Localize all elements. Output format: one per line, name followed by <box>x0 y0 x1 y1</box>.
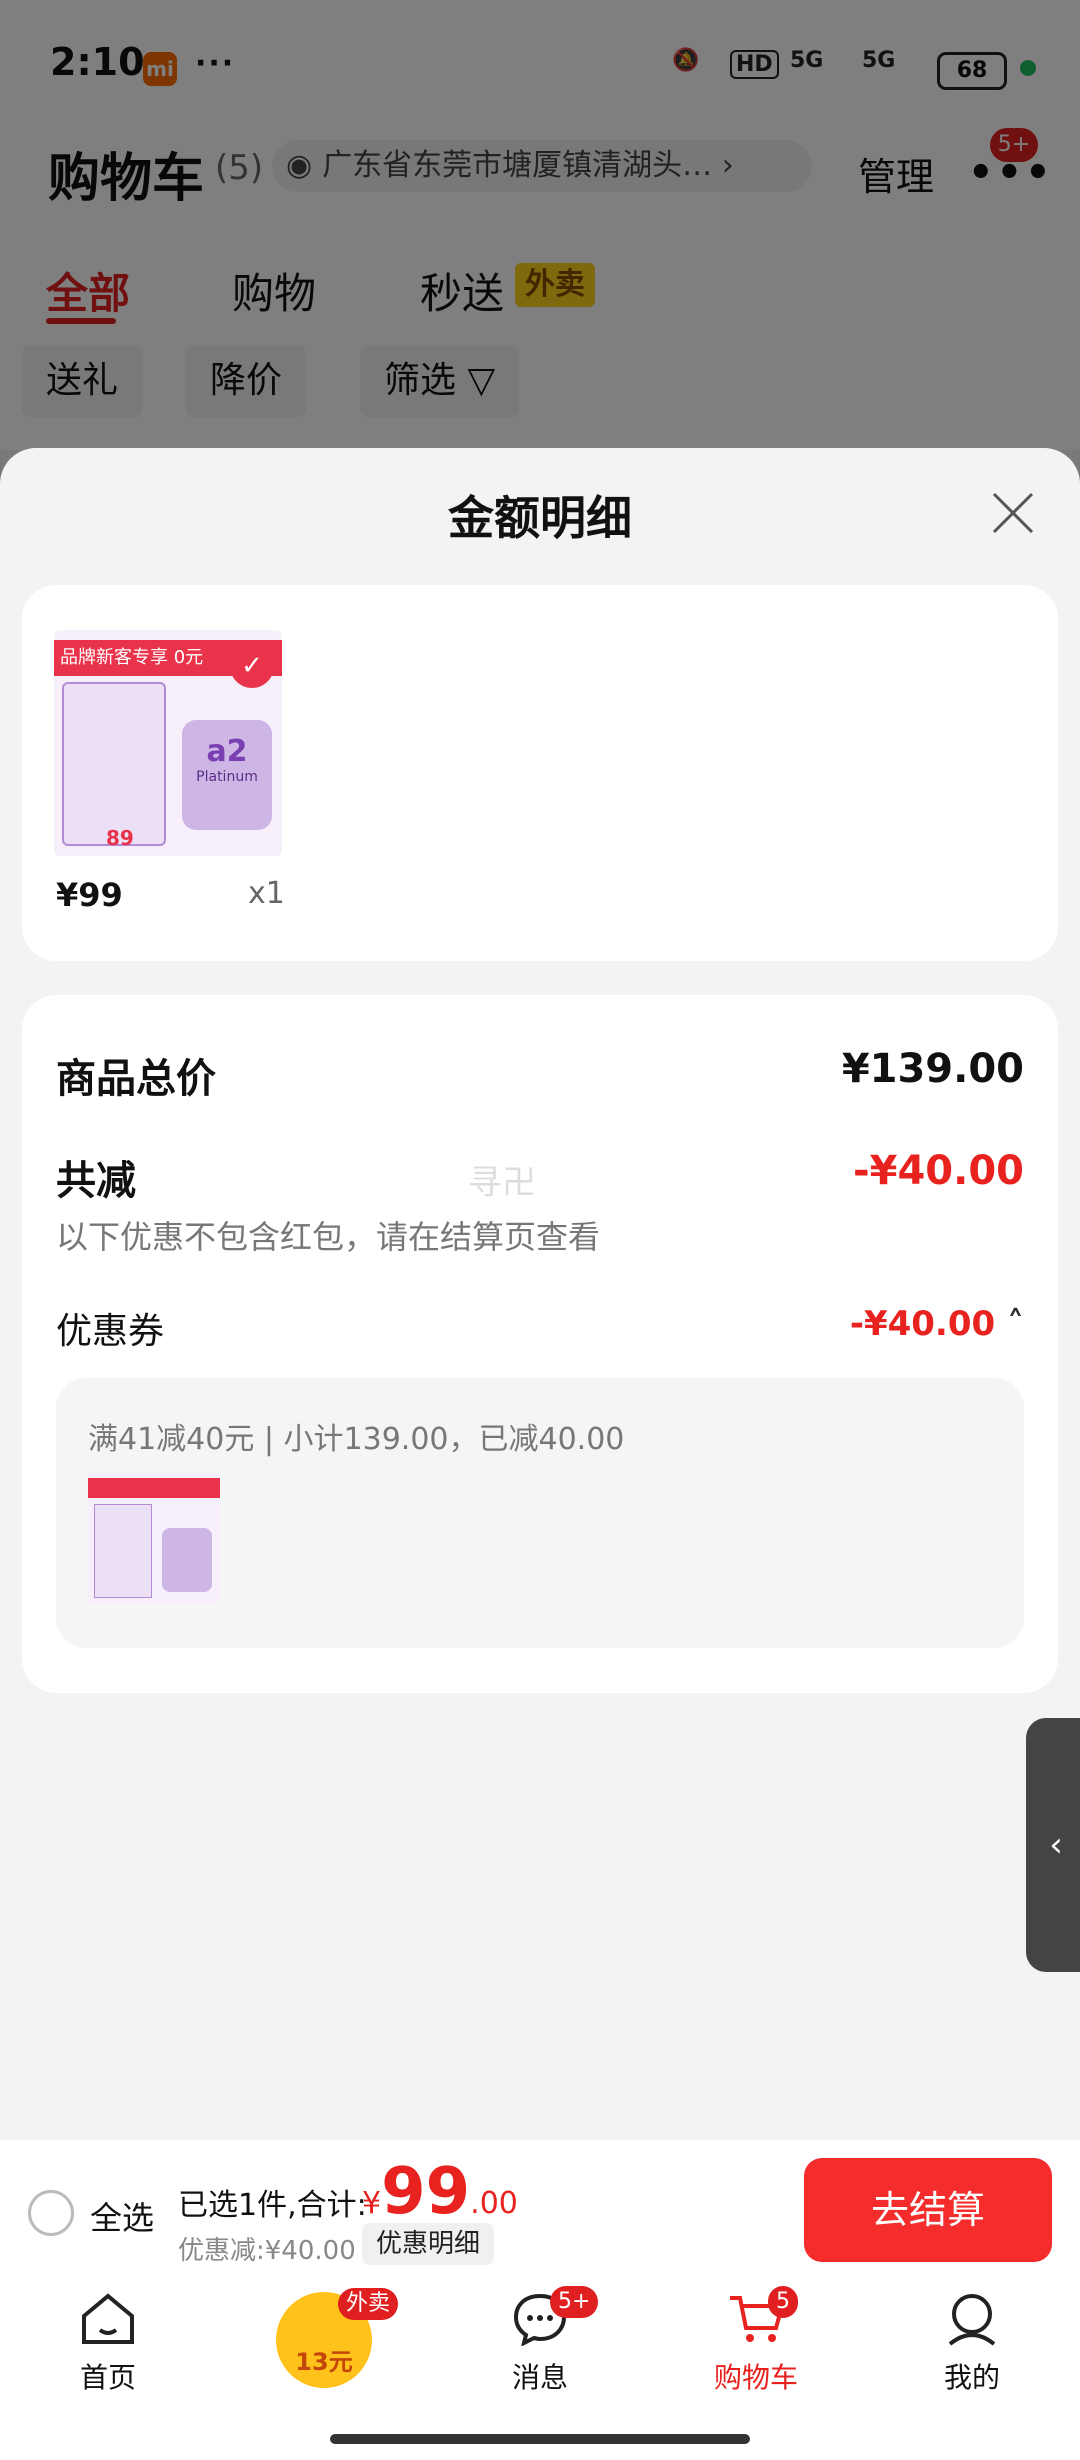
tabbar-home-label: 首页 <box>79 2361 136 2394</box>
currency-symbol: ¥ <box>362 2186 382 2221</box>
close-icon[interactable] <box>988 488 1038 538</box>
tabbar-home[interactable]: 首页 <box>48 2290 168 2396</box>
discount-detail-button[interactable]: 优惠明细 <box>362 2223 495 2265</box>
select-all-label[interactable]: 全选 <box>90 2193 154 2239</box>
coupon-product-thumbnail <box>88 1472 220 1604</box>
chevron-up-icon: ˄ <box>1007 1304 1024 1344</box>
total-amount: ¥99.00 <box>362 2155 518 2229</box>
coupon-value: -¥40.00 <box>849 1304 996 1344</box>
total-decimal: .00 <box>470 2186 518 2221</box>
reduction-note: 以下优惠不包含红包，请在结算页查看 <box>56 1218 601 1256</box>
product-can: a2 Platinum <box>182 720 272 830</box>
product-image[interactable]: 品牌新客专享 0元 a2 Platinum 89 ✓ <box>54 630 282 856</box>
tabbar-me[interactable]: 我的 <box>912 2290 1032 2396</box>
sheet-title: 金额明细 <box>448 491 632 545</box>
reduction-value: -¥40.00 <box>853 1148 1024 1194</box>
thumbnail-banner <box>88 1478 220 1498</box>
total-integer: 99 <box>381 2155 471 2229</box>
cart-badge: 5 <box>768 2286 798 2318</box>
home-icon <box>82 2293 134 2344</box>
coupon-label: 优惠券 <box>56 1311 165 1352</box>
reduction-label: 共减 <box>56 1158 136 1204</box>
home-indicator <box>330 2434 750 2444</box>
check-icon: ✓ <box>230 644 274 688</box>
product-brand-text: a2 <box>206 734 248 769</box>
tabbar-me-label: 我的 <box>943 2361 1000 2394</box>
tabbar-cart[interactable]: 购物车 <box>696 2290 816 2396</box>
thumbnail-can <box>162 1528 212 1592</box>
messages-badge: 5+ <box>550 2286 599 2318</box>
watermark: 寻卍 <box>468 1163 536 1203</box>
select-all-radio[interactable] <box>28 2190 74 2236</box>
user-icon <box>948 2294 996 2346</box>
product-quantity: x1 <box>248 876 285 911</box>
coupon-toggle[interactable]: -¥40.00 ˄ <box>850 1304 1024 1344</box>
coupon-detail-text: 满41减40元 | 小计139.00，已减40.00 <box>88 1422 625 1457</box>
product-price: ¥99 <box>56 876 123 914</box>
takeout-badge: 外卖 <box>338 2288 399 2320</box>
discount-amount: 优惠减:¥40.00 <box>178 2236 356 2266</box>
tabbar-cart-label: 购物车 <box>713 2361 798 2394</box>
tabbar-messages-label: 消息 <box>511 2361 568 2394</box>
chevron-left-icon: ‹ <box>1049 1825 1063 1865</box>
product-steps-panel <box>62 682 166 846</box>
side-expand-tab[interactable]: ‹ <box>1026 1718 1080 1972</box>
thumbnail-panel <box>94 1504 152 1598</box>
selected-info: 已选1件,合计: <box>178 2188 367 2223</box>
checkout-button[interactable]: 去结算 <box>804 2158 1052 2262</box>
product-sub-text: Platinum <box>196 769 258 785</box>
product-image-price: 89 <box>106 826 134 850</box>
total-price-label: 商品总价 <box>56 1056 216 1102</box>
total-price-value: ¥139.00 <box>841 1046 1024 1092</box>
